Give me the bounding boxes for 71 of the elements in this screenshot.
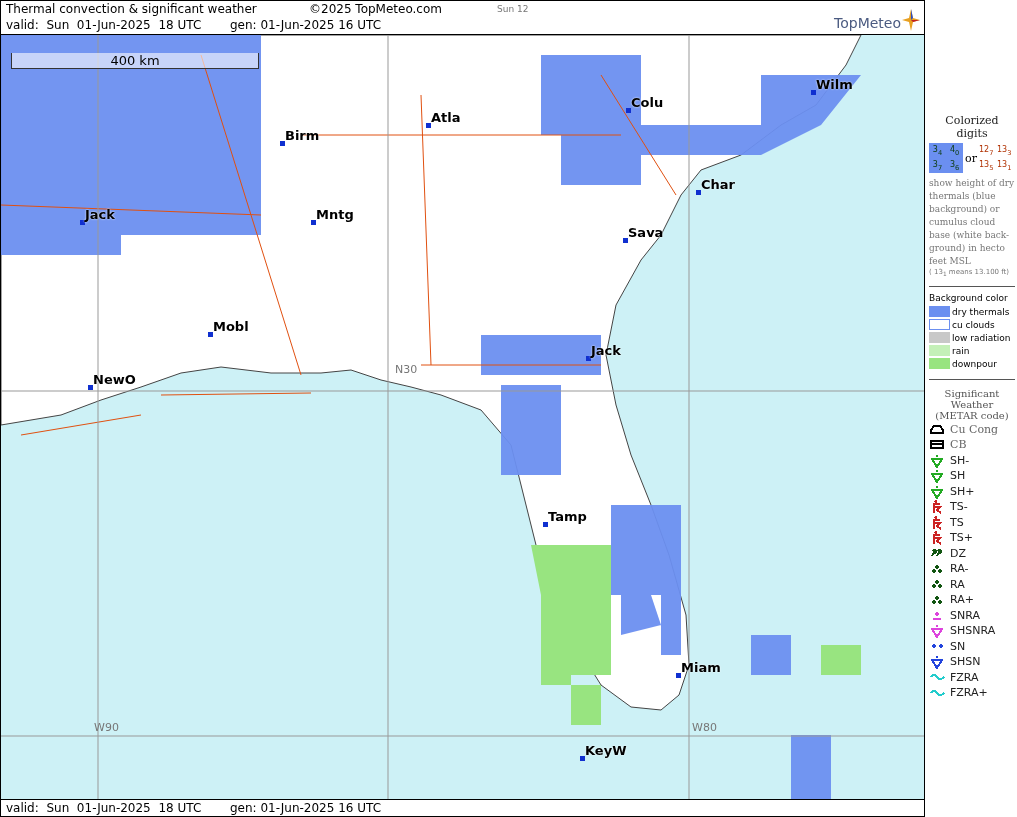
city-label: Mntg xyxy=(316,206,354,222)
legend-label: SH+ xyxy=(950,484,975,498)
city-marker-icon xyxy=(543,521,548,527)
legend-subtitle: Background color xyxy=(929,293,1009,304)
valid-time: valid: Sun 01-Jun-2025 18 UTC xyxy=(6,18,203,32)
legend-label: SHSN xyxy=(950,655,981,669)
sample-digits: 12$_{7}$ 13$_{3}$ 13$_{5}$ 13$_{1}$ xyxy=(979,143,1013,173)
grid-label: W80 xyxy=(692,720,717,734)
legend-label: downpour xyxy=(952,358,997,369)
generated-time: gen: 01-Jun-2025 16 UTC xyxy=(230,18,382,32)
scale-bar: 400 km xyxy=(11,52,259,69)
city-label: Jack xyxy=(85,206,115,222)
logo-text: TopMeteo xyxy=(834,15,901,31)
legend-label: RA xyxy=(950,577,965,591)
legend-label: SH xyxy=(950,469,966,483)
legend-label: RA+ xyxy=(950,593,974,607)
legend-label: SNRA xyxy=(950,608,980,622)
city-marker-icon xyxy=(280,140,285,146)
legend-title: Colorized digits xyxy=(944,114,1000,140)
copyright-text: ©2025 TopMeteo.com xyxy=(309,2,443,16)
legend-label: DZ xyxy=(950,546,966,560)
legend-label: FZRA xyxy=(950,670,979,684)
legend-title: Significant Weather (METAR code) xyxy=(934,388,1010,422)
legend-label: CB xyxy=(950,438,967,452)
legend-label: dry thermals xyxy=(952,306,1010,317)
city-marker-icon xyxy=(80,219,85,225)
sample-digits: 3$_{4}$ 4$_{0}$ 3$_{7}$ 3$_{6}$ xyxy=(929,143,964,173)
or-text: or xyxy=(965,151,977,165)
city-marker-icon xyxy=(623,237,628,243)
city-label: KeyW xyxy=(585,742,627,758)
city-marker-icon xyxy=(88,384,93,390)
city-label: Tamp xyxy=(548,508,587,524)
city-label: Mobl xyxy=(213,318,249,334)
compass-star-icon xyxy=(902,9,920,31)
city-label: Atla xyxy=(431,109,461,125)
city-label: Miam xyxy=(681,659,721,675)
city-label: Colu xyxy=(631,94,664,110)
city-marker-icon xyxy=(696,189,701,195)
grid-label: N30 xyxy=(395,362,418,376)
legend-label: TS xyxy=(950,515,964,529)
chart-title: Thermal convection & significant weather xyxy=(6,2,258,16)
city-label: Jack xyxy=(591,342,621,358)
city-label: Char xyxy=(701,176,735,192)
city-label: Sava xyxy=(628,224,664,240)
city-marker-icon xyxy=(626,107,631,113)
day-label: Sun 12 xyxy=(497,4,529,14)
legend-label: RA- xyxy=(950,562,969,576)
city-marker-icon xyxy=(811,89,816,95)
city-marker-icon xyxy=(586,355,591,361)
legend-label: SHSNRA xyxy=(950,624,996,638)
legend-label: Cu Cong xyxy=(950,422,999,436)
legend-label: TS- xyxy=(950,500,968,514)
city-marker-icon xyxy=(208,331,213,337)
legend-label: low radiation xyxy=(952,332,1011,343)
legend-label: rain xyxy=(952,345,970,356)
legend-label: cu clouds xyxy=(952,319,995,330)
legend-description: show height of dry thermals (blue background) or cumulus cloud base (white back-ground) in hecto feet MSL xyxy=(929,177,1015,268)
legend-label: FZRA+ xyxy=(950,686,988,700)
legend-label: TS+ xyxy=(950,531,973,545)
city-marker-icon xyxy=(580,755,585,761)
legend-label: SN xyxy=(950,639,966,653)
city-label: Birm xyxy=(285,127,320,143)
city-label: Wilm xyxy=(816,76,853,92)
city-marker-icon xyxy=(426,122,431,128)
valid-time: valid: Sun 01-Jun-2025 18 UTC xyxy=(6,801,203,815)
city-label: NewO xyxy=(93,371,136,387)
city-marker-icon xyxy=(676,672,681,678)
city-marker-icon xyxy=(311,219,316,225)
legend-label: SH- xyxy=(950,453,970,467)
grid-label: W90 xyxy=(94,720,119,734)
generated-time: gen: 01-Jun-2025 16 UTC xyxy=(230,801,382,815)
